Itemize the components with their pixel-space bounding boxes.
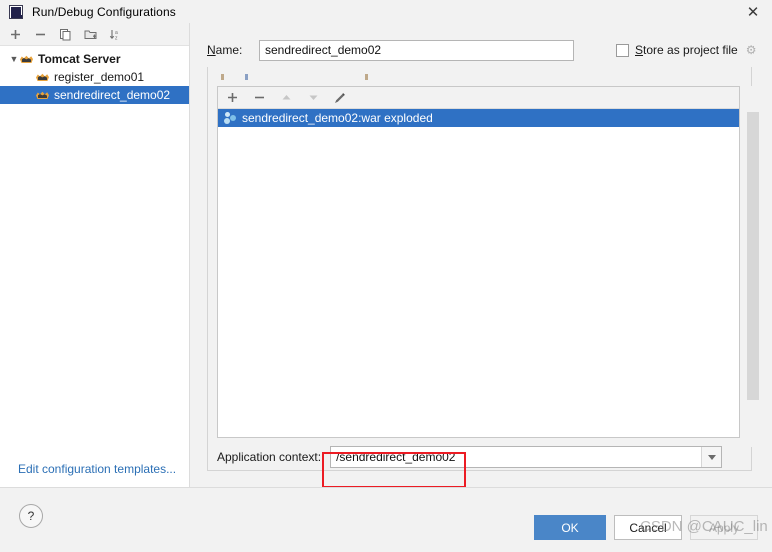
tomcat-icon [20,53,34,65]
tree-item-label: Tomcat Server [38,52,121,66]
deployment-toolbar [218,87,739,109]
artifact-icon [224,111,238,125]
application-context-label: Application context: [217,450,322,464]
chevron-down-icon[interactable]: ▼ [8,54,20,64]
settings-scroll-area: sendredirect_demo02:war exploded Applica… [207,67,752,471]
name-label: Name: [207,43,243,57]
tree-item-register-demo01[interactable]: register_demo01 [0,68,189,86]
name-row: Name: Store as project file ⚙ [207,39,763,61]
tree-item-tomcat-server[interactable]: ▼ Tomcat Server [0,50,189,68]
application-context-input[interactable] [331,447,702,467]
remove-configuration-button[interactable] [33,27,48,42]
remove-artifact-button[interactable] [252,91,266,105]
add-configuration-button[interactable] [8,27,23,42]
store-as-project-file-row[interactable]: Store as project file ⚙ [616,43,757,57]
configurations-sidebar: a z ▼ Tomcat Server register_demo01 send… [0,23,190,487]
copy-configuration-icon[interactable] [58,27,73,42]
ok-button[interactable]: OK [534,515,606,540]
deployment-artifacts-box: sendredirect_demo02:war exploded [217,86,740,438]
artifact-label: sendredirect_demo02:war exploded [242,111,433,125]
tomcat-icon [36,89,50,101]
dialog-title-bar: Run/Debug Configurations ✕ [0,0,772,23]
store-as-project-file-checkbox[interactable] [616,43,629,57]
chevron-down-icon[interactable] [701,447,722,467]
tomcat-icon [36,71,50,83]
help-button[interactable]: ? [19,504,43,528]
name-input[interactable] [259,39,574,61]
intellij-idea-icon [9,4,23,19]
cancel-button[interactable]: Cancel [614,515,682,540]
configuration-editor-panel: Name: Store as project file ⚙ [190,23,772,487]
configurations-tree: ▼ Tomcat Server register_demo01 sendredi… [0,46,189,104]
application-context-row: Application context: [217,445,740,469]
application-context-combobox[interactable] [330,446,723,468]
add-artifact-button[interactable] [225,91,239,105]
sort-configurations-icon[interactable]: a z [108,27,123,42]
sidebar-toolbar: a z [0,23,189,46]
tree-item-sendredirect-demo02[interactable]: sendredirect_demo02 [0,86,189,104]
apply-button: Apply [690,515,758,540]
dialog-title: Run/Debug Configurations [32,4,176,19]
move-up-button[interactable] [279,91,293,105]
svg-text:z: z [115,35,118,41]
gear-icon[interactable]: ⚙ [746,43,757,57]
close-icon[interactable]: ✕ [740,2,766,22]
move-down-button[interactable] [306,91,320,105]
store-as-project-file-label: Store as project file [635,43,738,57]
clipped-glyph [245,74,248,80]
tree-item-label: register_demo01 [54,70,145,84]
clipped-glyph [365,74,368,80]
settings-scrollbar-thumb[interactable] [747,112,759,400]
save-configuration-icon[interactable] [83,27,98,42]
clipped-scrolled-row [208,67,751,84]
tree-item-label: sendredirect_demo02 [54,88,171,102]
edit-configuration-templates-link[interactable]: Edit configuration templates... [18,462,176,476]
artifact-list-item[interactable]: sendredirect_demo02:war exploded [218,109,739,127]
edit-artifact-button[interactable] [333,91,347,105]
clipped-glyph [221,74,224,80]
